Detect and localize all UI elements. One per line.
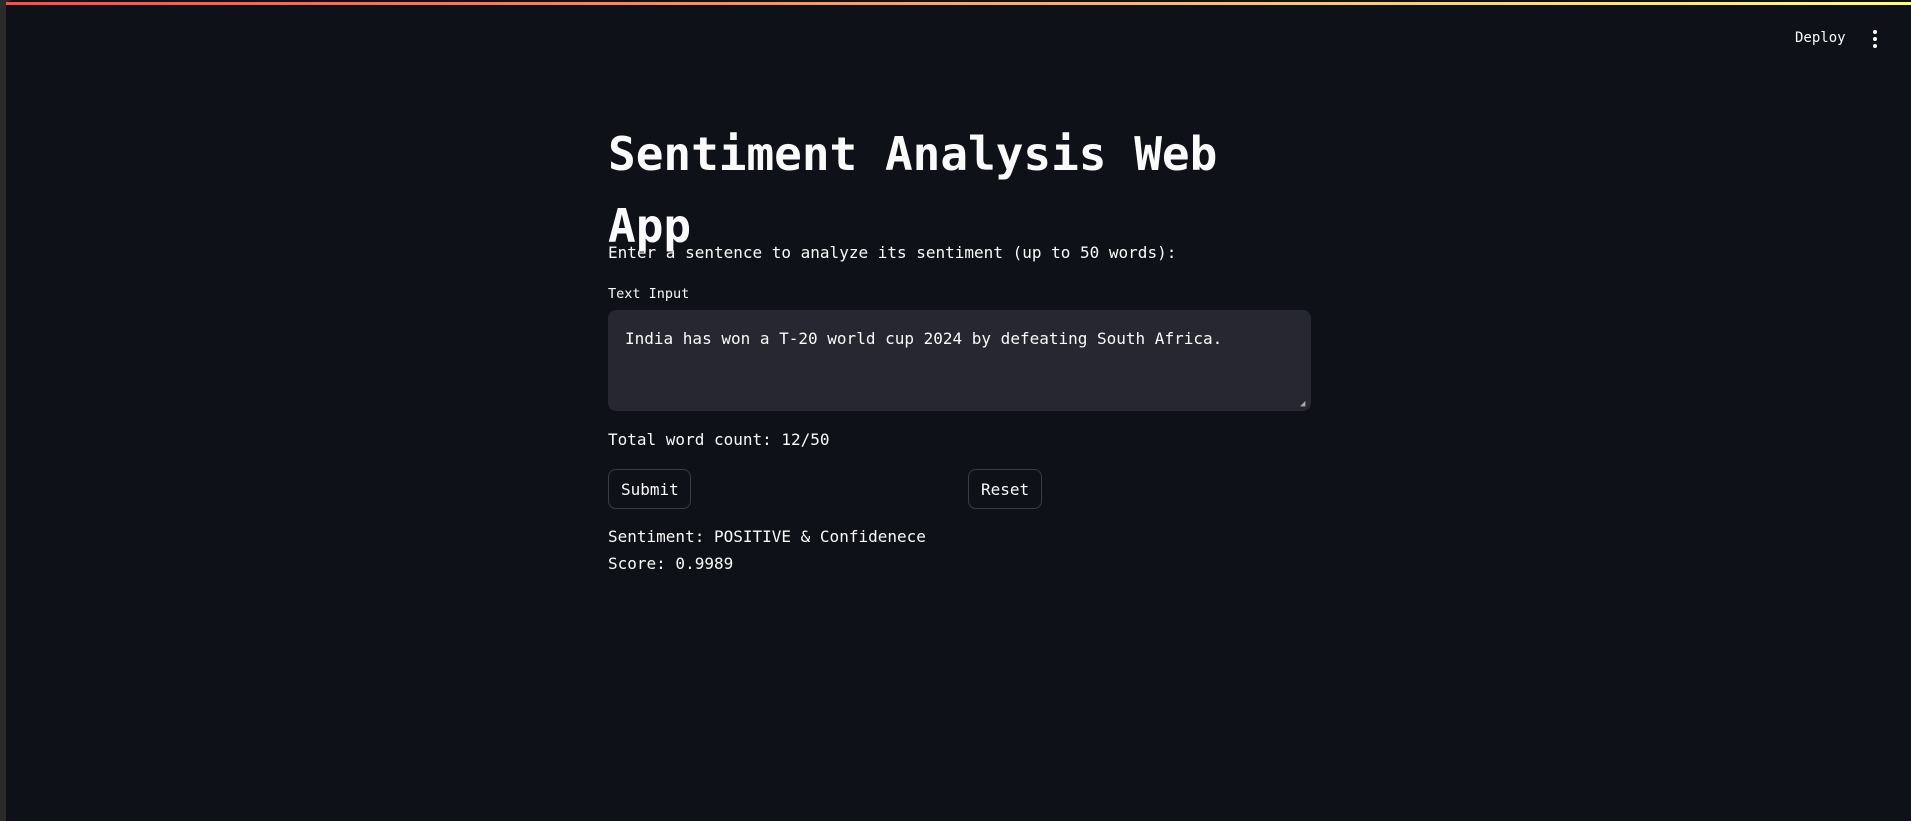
text-input-label: Text Input	[608, 286, 690, 302]
header-decoration	[6, 2, 1911, 5]
text-input-area[interactable]: India has won a T-20 world cup 2024 by d…	[608, 310, 1311, 411]
resize-handle-icon[interactable]: ◢	[1300, 399, 1309, 409]
reset-button[interactable]: Reset	[968, 469, 1042, 509]
kebab-menu-icon[interactable]	[1868, 28, 1882, 50]
deploy-button[interactable]: Deploy	[1795, 30, 1846, 46]
sentiment-result: Sentiment: POSITIVE & Confidenece	[608, 527, 926, 546]
score-result: Score: 0.9989	[608, 554, 734, 573]
page-title: Sentiment Analysis Web App	[608, 127, 1218, 253]
instructions-text: Enter a sentence to analyze its sentimen…	[608, 243, 1177, 262]
submit-button[interactable]: Submit	[608, 469, 691, 509]
word-count: Total word count: 12/50	[608, 430, 830, 449]
